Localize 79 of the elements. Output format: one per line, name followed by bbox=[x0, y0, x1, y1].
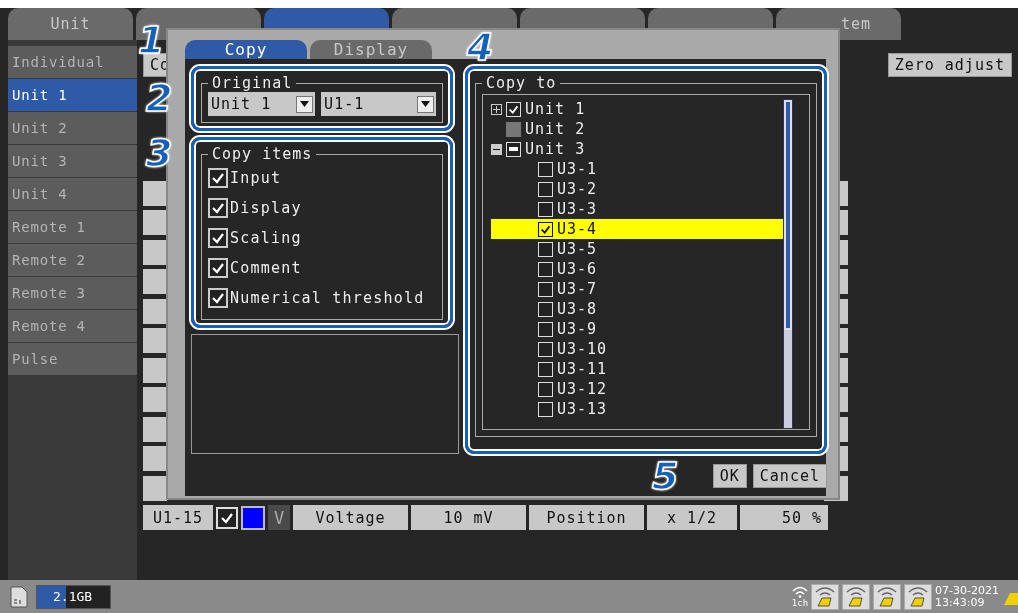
date-text: 07-30-2021 bbox=[935, 584, 999, 597]
position-cell[interactable]: 50 % bbox=[740, 505, 828, 530]
time-text: 13:43:09 bbox=[935, 596, 986, 609]
tree-label[interactable]: U3-8 bbox=[557, 300, 598, 318]
group-title: Copy items bbox=[211, 145, 314, 163]
tree-label: U3-4 bbox=[557, 220, 598, 238]
checkbox[interactable] bbox=[208, 288, 228, 308]
checkbox-label: Scaling bbox=[230, 229, 302, 247]
check-icon bbox=[508, 103, 519, 115]
callout-number: 4 bbox=[467, 28, 494, 66]
ok-button[interactable]: OK bbox=[712, 464, 747, 488]
tree-label[interactable]: U3-9 bbox=[557, 320, 598, 338]
check-icon bbox=[211, 291, 225, 305]
checkbox-label: Comment bbox=[230, 259, 302, 277]
checkbox[interactable] bbox=[208, 168, 228, 188]
tree-label[interactable]: U3-7 bbox=[557, 280, 598, 298]
position-label-cell: Position bbox=[529, 505, 644, 530]
dialog-tab[interactable]: Copy bbox=[185, 40, 307, 59]
group-title: Copy to bbox=[485, 74, 558, 92]
channel-cell bbox=[143, 475, 167, 501]
zoom-cell[interactable]: x 1/2 bbox=[647, 505, 737, 530]
checkbox[interactable] bbox=[208, 228, 228, 248]
tree-label[interactable]: U3-5 bbox=[557, 240, 598, 258]
checkbox[interactable] bbox=[208, 198, 228, 218]
unit-cell: V bbox=[268, 505, 290, 530]
sd-card-icon bbox=[10, 585, 28, 608]
channel-checkbox[interactable] bbox=[216, 506, 238, 529]
tree-label[interactable]: U3-11 bbox=[557, 360, 608, 378]
plug-status-icon bbox=[842, 583, 871, 610]
tree-label[interactable]: U3-12 bbox=[557, 380, 608, 398]
tree-label[interactable]: Unit 1 bbox=[525, 100, 586, 118]
plug-status-icon bbox=[811, 583, 840, 610]
channel-cell bbox=[143, 387, 167, 412]
tree-label[interactable]: U3-3 bbox=[557, 200, 598, 218]
check-icon bbox=[211, 201, 225, 215]
input-cell[interactable]: Voltage bbox=[293, 505, 408, 530]
tree-label[interactable]: U3-10 bbox=[557, 340, 608, 358]
collapse-icon[interactable] bbox=[491, 143, 502, 155]
check-icon bbox=[211, 171, 225, 185]
scrollbar[interactable] bbox=[783, 99, 793, 429]
range-cell[interactable]: 10 mV bbox=[411, 505, 526, 530]
unit-select[interactable]: Unit 1 bbox=[208, 92, 316, 116]
checkbox-label: Display bbox=[230, 199, 302, 217]
sidebar-item[interactable]: Unit 1 bbox=[8, 79, 137, 111]
channel-cell bbox=[143, 328, 167, 353]
callout-number: 5 bbox=[652, 457, 679, 495]
channel-cell bbox=[143, 239, 167, 265]
zero-adjust-button[interactable]: Zero adjust bbox=[887, 53, 1012, 77]
channel-cell bbox=[143, 446, 167, 471]
channel-cell bbox=[143, 357, 167, 383]
scrollbar-thumb[interactable] bbox=[784, 100, 792, 330]
tree-label[interactable]: U3-1 bbox=[557, 160, 598, 178]
color-swatch[interactable] bbox=[241, 505, 265, 530]
check-icon bbox=[211, 231, 225, 245]
group-title: Original bbox=[211, 74, 294, 92]
check-icon bbox=[540, 223, 551, 235]
checkbox-label: Input bbox=[230, 169, 282, 187]
tree-checkbox[interactable] bbox=[538, 221, 553, 237]
checkbox-label: Numerical threshold bbox=[230, 289, 425, 307]
channel-cell bbox=[143, 269, 167, 294]
plug-status-icon bbox=[873, 583, 902, 610]
check-icon bbox=[211, 261, 225, 275]
channel-count: 1ch bbox=[791, 597, 809, 608]
channel-name-cell: U1-15 bbox=[143, 505, 213, 530]
channel-cell bbox=[143, 298, 167, 324]
tree-label[interactable]: U3-6 bbox=[557, 260, 598, 278]
wifi-icon bbox=[791, 585, 808, 598]
plug-status-icon bbox=[904, 583, 933, 610]
tree-label[interactable]: Unit 3 bbox=[525, 140, 586, 158]
expand-icon[interactable] bbox=[491, 103, 502, 115]
channel-cell bbox=[143, 180, 167, 206]
selected-tree-item[interactable]: U3-4 bbox=[491, 219, 783, 239]
cancel-button[interactable]: Cancel bbox=[752, 464, 827, 488]
tree-label[interactable]: U3-2 bbox=[557, 180, 598, 198]
channel-select[interactable]: U1-1 bbox=[321, 92, 436, 116]
tree-label[interactable]: U3-13 bbox=[557, 400, 608, 418]
channel-cell bbox=[143, 416, 167, 442]
checkbox[interactable] bbox=[208, 258, 228, 278]
channel-cell bbox=[143, 210, 167, 235]
